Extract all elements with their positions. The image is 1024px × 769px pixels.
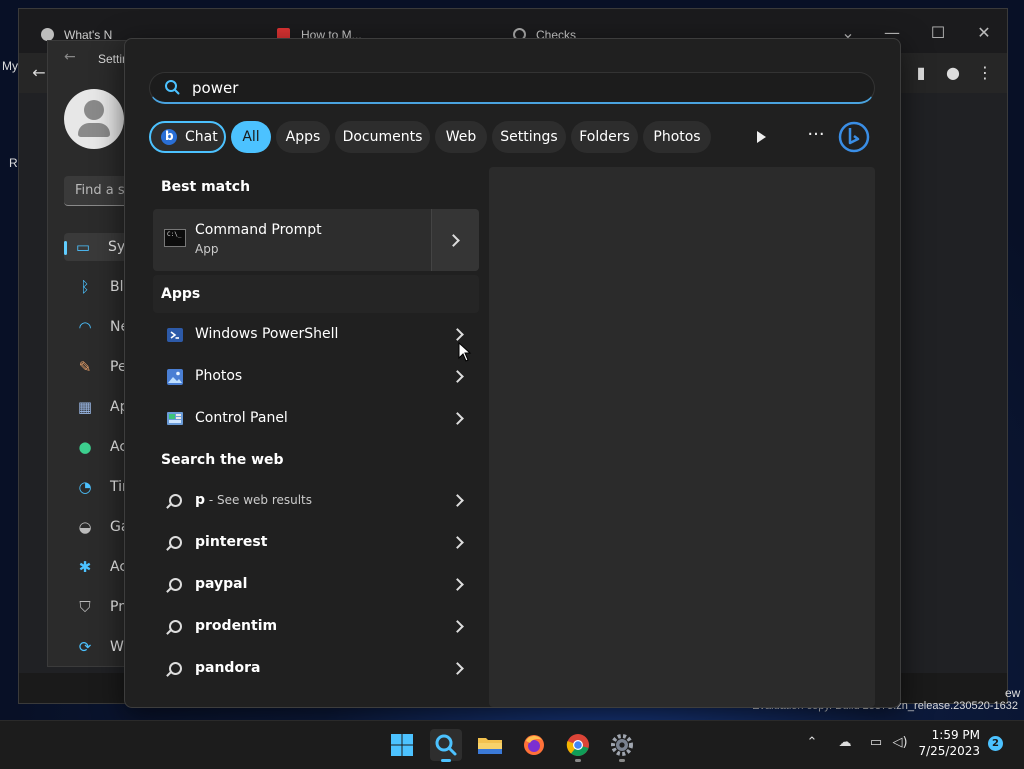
chevron-right-icon bbox=[451, 412, 464, 425]
page-fragment-label: My bbox=[2, 59, 18, 73]
search-icon bbox=[165, 80, 180, 95]
apps-icon: ▦ bbox=[77, 398, 93, 416]
chevron-right-icon bbox=[451, 662, 464, 675]
close-icon[interactable]: ✕ bbox=[972, 23, 996, 43]
filter-web[interactable]: Web bbox=[435, 121, 487, 153]
active-indicator bbox=[441, 759, 451, 762]
page-fragment-label: ew bbox=[1005, 686, 1021, 700]
gamepad-icon: ◒ bbox=[78, 518, 92, 536]
volume-icon[interactable]: ◁) bbox=[891, 734, 909, 752]
filter-all[interactable]: All bbox=[231, 121, 271, 153]
chevron-right-icon bbox=[451, 494, 464, 507]
taskbar-settings[interactable] bbox=[606, 729, 638, 762]
apps-section-band bbox=[153, 275, 479, 313]
person-icon: ● bbox=[78, 438, 92, 456]
search-icon bbox=[169, 620, 182, 633]
accessibility-icon: ✱ bbox=[78, 558, 92, 576]
update-icon: ⟳ bbox=[78, 638, 92, 656]
best-match-expand-button[interactable] bbox=[432, 209, 479, 271]
taskbar-start-button[interactable] bbox=[386, 729, 418, 761]
search-icon bbox=[435, 734, 457, 756]
back-arrow-icon[interactable]: ← bbox=[64, 49, 76, 65]
bluetooth-icon: ᛒ bbox=[80, 278, 90, 296]
web-result[interactable]: pinterest bbox=[153, 523, 479, 563]
maximize-icon[interactable]: ☐ bbox=[926, 23, 950, 43]
taskbar-search-button[interactable] bbox=[430, 729, 462, 762]
control-panel-icon bbox=[167, 412, 183, 425]
back-arrow-icon[interactable]: ← bbox=[29, 63, 49, 83]
chrome-icon bbox=[566, 734, 589, 756]
windows-logo-icon bbox=[391, 734, 413, 756]
filter-chat[interactable]: Chat bbox=[149, 121, 226, 153]
play-arrow-icon[interactable] bbox=[751, 127, 771, 147]
page-fragment-label: R bbox=[9, 156, 18, 170]
web-result[interactable]: paypal bbox=[153, 565, 479, 605]
clock-globe-icon: ◔ bbox=[78, 478, 92, 496]
command-prompt-icon bbox=[164, 229, 186, 247]
web-result[interactable]: pandora bbox=[153, 649, 479, 689]
search-input[interactable] bbox=[192, 77, 832, 99]
network-icon[interactable]: ▭ bbox=[867, 734, 885, 752]
side-panel-icon[interactable]: ▮ bbox=[911, 63, 931, 83]
filter-settings[interactable]: Settings bbox=[492, 121, 566, 153]
best-match-result[interactable]: Command Prompt App bbox=[153, 209, 479, 271]
chevron-right-icon bbox=[447, 234, 460, 247]
clock-time: 1:59 PM bbox=[931, 728, 980, 742]
search-box[interactable] bbox=[149, 72, 875, 104]
chevron-right-icon bbox=[451, 328, 464, 341]
bing-chat-icon bbox=[161, 122, 177, 150]
shield-icon: ⛉ bbox=[79, 598, 91, 616]
best-match-header: Best match bbox=[161, 179, 251, 195]
wifi-icon: ◠ bbox=[78, 318, 92, 336]
profile-icon[interactable]: ● bbox=[943, 63, 963, 83]
search-web-header: Search the web bbox=[161, 452, 284, 468]
brush-icon: ✎ bbox=[78, 358, 92, 376]
running-indicator bbox=[575, 759, 581, 762]
search-icon bbox=[169, 578, 182, 591]
firefox-icon bbox=[524, 735, 544, 755]
taskbar-file-explorer[interactable] bbox=[474, 729, 506, 761]
more-options-button[interactable]: ··· bbox=[801, 125, 831, 149]
powershell-icon bbox=[167, 328, 183, 342]
filter-apps[interactable]: Apps bbox=[276, 121, 330, 153]
clock-date: 7/25/2023 bbox=[918, 744, 980, 758]
chevron-up-icon[interactable]: ⌃ bbox=[803, 734, 821, 752]
search-icon bbox=[169, 536, 182, 549]
more-vertical-icon[interactable]: ⋮ bbox=[975, 63, 995, 83]
chevron-right-icon bbox=[451, 620, 464, 633]
best-match-subtitle: App bbox=[195, 242, 219, 256]
bing-icon[interactable] bbox=[838, 121, 870, 153]
filter-documents[interactable]: Documents bbox=[335, 121, 430, 153]
apps-header: Apps bbox=[161, 286, 201, 302]
mouse-cursor-icon bbox=[458, 342, 472, 362]
search-icon bbox=[169, 662, 182, 675]
filter-photos[interactable]: Photos bbox=[643, 121, 711, 153]
app-result-control-panel[interactable]: Control Panel bbox=[153, 399, 479, 439]
notification-badge[interactable]: 2 bbox=[988, 736, 1003, 751]
chevron-right-icon bbox=[451, 578, 464, 591]
web-result[interactable]: p - See web results bbox=[153, 481, 479, 521]
gear-icon bbox=[611, 734, 633, 756]
running-indicator bbox=[619, 759, 625, 762]
app-result-windows-powershell[interactable]: Windows PowerShell bbox=[153, 315, 479, 355]
taskbar-clock[interactable]: 1:59 PM 7/25/2023 bbox=[918, 727, 980, 759]
onedrive-icon[interactable]: ☁ bbox=[836, 734, 854, 752]
taskbar-chrome[interactable] bbox=[562, 729, 594, 762]
chevron-right-icon bbox=[451, 370, 464, 383]
taskbar-firefox[interactable] bbox=[518, 729, 550, 761]
filter-folders[interactable]: Folders bbox=[571, 121, 638, 153]
search-icon bbox=[169, 494, 182, 507]
app-result-photos[interactable]: Photos bbox=[153, 357, 479, 397]
monitor-icon: ▭ bbox=[75, 238, 91, 256]
photos-icon bbox=[167, 369, 183, 385]
web-result[interactable]: prodentim bbox=[153, 607, 479, 647]
folder-icon bbox=[478, 738, 502, 754]
best-match-title: Command Prompt bbox=[195, 222, 322, 238]
windows-search-panel: Chat All Apps Documents Web Settings Fol… bbox=[124, 38, 901, 708]
chevron-right-icon bbox=[451, 536, 464, 549]
preview-pane bbox=[489, 167, 875, 707]
avatar[interactable] bbox=[64, 89, 124, 149]
